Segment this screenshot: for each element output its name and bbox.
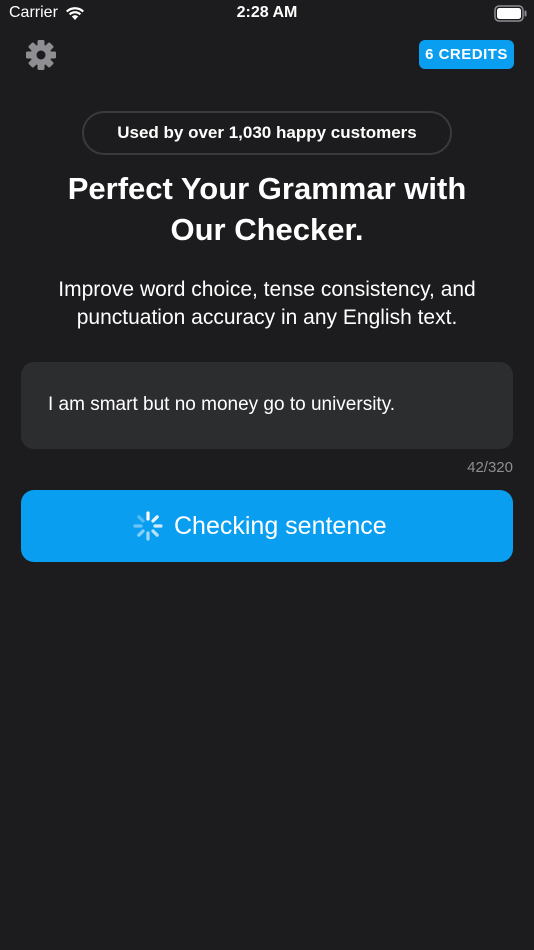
sentence-input[interactable]: I am smart but no money go to university…	[21, 362, 513, 449]
page-title: Perfect Your Grammar with Our Checker.	[20, 168, 514, 250]
page-subtitle-line-1: Improve word choice, tense consistency, …	[58, 278, 476, 301]
status-bar: Carrier 2:28 AM	[0, 0, 534, 28]
social-proof-pill: Used by over 1,030 happy customers	[82, 111, 452, 155]
sentence-input-text: I am smart but no money go to university…	[48, 394, 396, 415]
check-sentence-label: Checking sentence	[174, 512, 387, 540]
page-title-line-1: Perfect Your Grammar with	[67, 171, 467, 206]
loading-spinner-icon	[133, 511, 163, 541]
page-subtitle: Improve word choice, tense consistency, …	[20, 276, 514, 332]
battery-icon	[494, 5, 527, 22]
check-sentence-button[interactable]: Checking sentence	[21, 490, 513, 562]
character-counter: 42/320	[467, 459, 513, 476]
page-title-line-2: Our Checker.	[170, 212, 364, 247]
gear-icon[interactable]	[24, 38, 58, 72]
page-subtitle-line-2: punctuation accuracy in any English text…	[76, 306, 458, 329]
status-time: 2:28 AM	[236, 4, 298, 21]
credits-badge[interactable]: 6 CREDITS	[419, 40, 514, 69]
